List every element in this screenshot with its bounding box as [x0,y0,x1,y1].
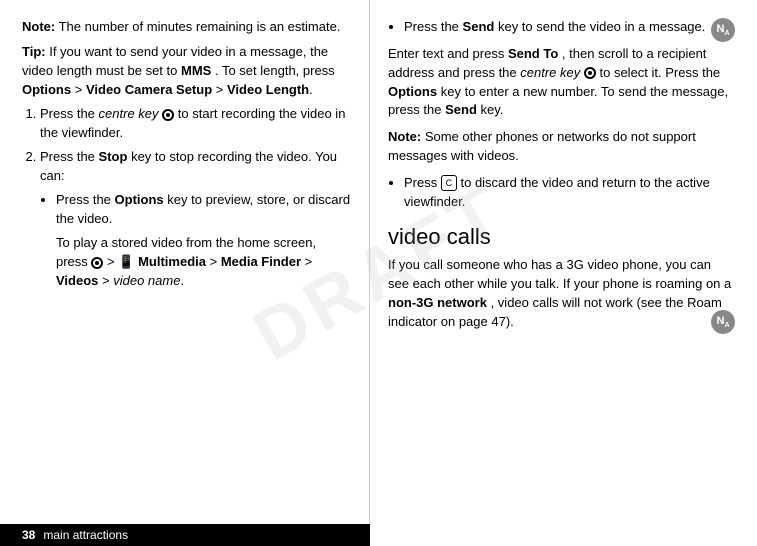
tip-arrow2: > [216,82,227,97]
note2-label: Note: [388,129,421,144]
right-bullet-send: Press the Send key to send the video in … [404,18,735,37]
icon-badge-top: NA [711,18,735,42]
centre-key-icon2 [91,257,103,269]
right-column: NA Press the Send key to send the video … [370,0,757,546]
rp1-text4: key to enter a new number. To send the m… [388,84,728,118]
page-number: 38 [22,528,35,542]
step-1: Press the centre key to start recording … [40,105,351,143]
rp1-text1: Enter text and press [388,46,504,61]
indent-videos: Videos [56,273,98,288]
section-title: video calls [388,224,735,250]
note1: Note: The number of minutes remaining is… [22,18,351,37]
note1-label: Note: [22,19,55,34]
centre-key-icon [162,109,174,121]
sp-text1: If you call someone who has a 3G video p… [388,257,731,291]
rp1-text5: key. [481,102,504,117]
page-label: main attractions [43,528,128,542]
right-para1: Enter text and press Send To , then scro… [388,45,735,120]
rp1-italic: centre key [520,65,580,80]
rb1-text2: key to send the video in a message. [498,19,705,34]
bottom-bar: 38 main attractions [0,524,370,546]
indent-para: To play a stored video from the home scr… [56,234,351,291]
step2-bold: Stop [99,149,128,164]
icon-badge-bottom: NA [711,310,735,334]
step-2: Press the Stop key to stop recording the… [40,148,351,291]
step1-italic: centre key [99,106,159,121]
left-column: Note: The number of minutes remaining is… [0,0,370,546]
rb1-text1: Press the [404,19,459,34]
tip-bold2: Video Length [227,82,309,97]
tip-label: Tip: [22,44,46,59]
right-bullets: Press the Send key to send the video in … [404,18,735,37]
indent-mediafinder: Media Finder [221,254,301,269]
rp1-bold1: Send To [508,46,558,61]
icon-badge-circle-bottom: NA [711,310,735,334]
right-bullets2: Press C to discard the video and return … [404,174,735,212]
tip-period: . [309,82,313,97]
note2: Note: Some other phones or networks do n… [388,128,735,166]
rp1-bold2: Options [388,84,437,99]
note2-text: Some other phones or networks do not sup… [388,129,696,163]
rb1-bold: Send [463,19,495,34]
bullet-options: Press the Options key to preview, store,… [56,191,351,229]
tip-bold1: Video Camera Setup [86,82,212,97]
tip-mms: MMS [181,63,211,78]
rp1-bold3: Send [445,102,477,117]
tip-options: Options [22,82,71,97]
step2-text1: Press the [40,149,95,164]
tip-arrow: > [75,82,83,97]
indent-multimedia: 📱 Multimedia [118,254,206,269]
steps-list: Press the centre key to start recording … [40,105,351,291]
bullet1-bold: Options [115,192,164,207]
tip-text2: . To set length, press [215,63,335,78]
rb2-text1: Press [404,175,437,190]
section-para: If you call someone who has a 3G video p… [388,256,735,331]
indent-arrow: > [107,254,118,269]
sp-bold: non-3G network [388,295,487,310]
tip-paragraph: Tip: If you want to send your video in a… [22,43,351,100]
sub-bullets: Press the Options key to preview, store,… [56,191,351,229]
c-icon: C [441,175,457,191]
rp1-text3: to select it. Press the [600,65,721,80]
note1-text: The number of minutes remaining is an es… [59,19,341,34]
indent-videoname: video name [113,273,180,288]
step1-text1: Press the [40,106,95,121]
centre-key-icon3 [584,67,596,79]
right-bullet-discard: Press C to discard the video and return … [404,174,735,212]
bullet1-text1: Press the [56,192,111,207]
icon-badge-circle-top: NA [711,18,735,42]
